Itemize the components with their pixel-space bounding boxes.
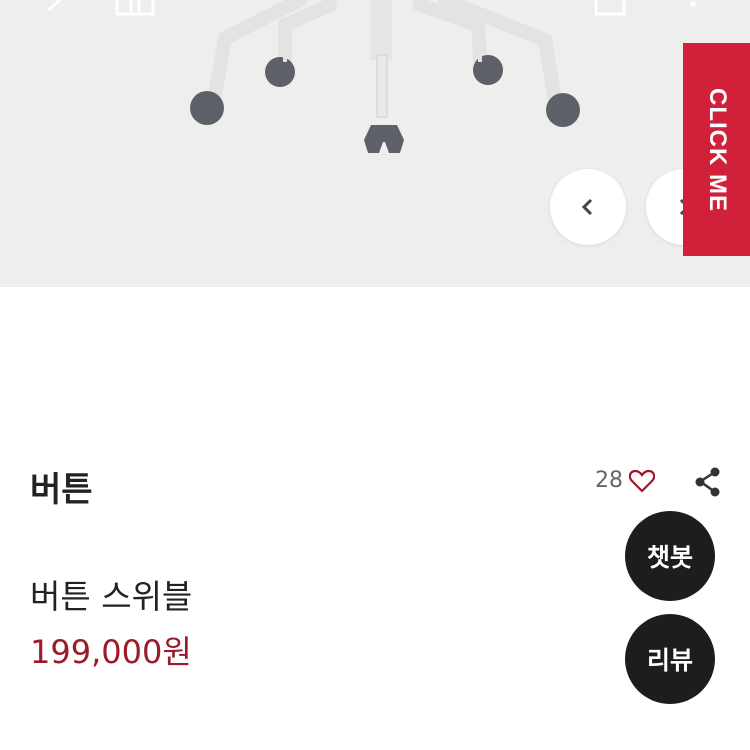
- product-price: 199,000원: [30, 633, 192, 671]
- click-me-banner[interactable]: CLICK ME: [683, 43, 750, 256]
- product-name: 버튼 스위블: [30, 577, 193, 616]
- share-button[interactable]: [693, 466, 723, 503]
- product-image-carousel[interactable]: CLICK ME: [0, 0, 750, 287]
- chair-image: [190, 0, 580, 153]
- review-button[interactable]: 리뷰: [625, 614, 715, 704]
- back-icon[interactable]: [38, 0, 68, 20]
- share-icon: [695, 467, 720, 497]
- chatbot-label: 챗봇: [646, 543, 693, 572]
- review-label: 리뷰: [646, 646, 693, 675]
- chatbot-button[interactable]: 챗봇: [625, 511, 715, 601]
- carousel-prev-button[interactable]: [550, 169, 626, 245]
- more-icon[interactable]: [686, 0, 700, 14]
- chevron-left-icon: [581, 198, 593, 216]
- like-count: 28: [595, 468, 623, 493]
- click-me-label: CLICK ME: [703, 87, 731, 212]
- home-icon[interactable]: [113, 0, 157, 18]
- heart-icon: [629, 469, 655, 493]
- brand-name[interactable]: 버튼: [30, 462, 93, 511]
- cart-icon[interactable]: [592, 0, 628, 18]
- like-button[interactable]: 28: [595, 468, 655, 493]
